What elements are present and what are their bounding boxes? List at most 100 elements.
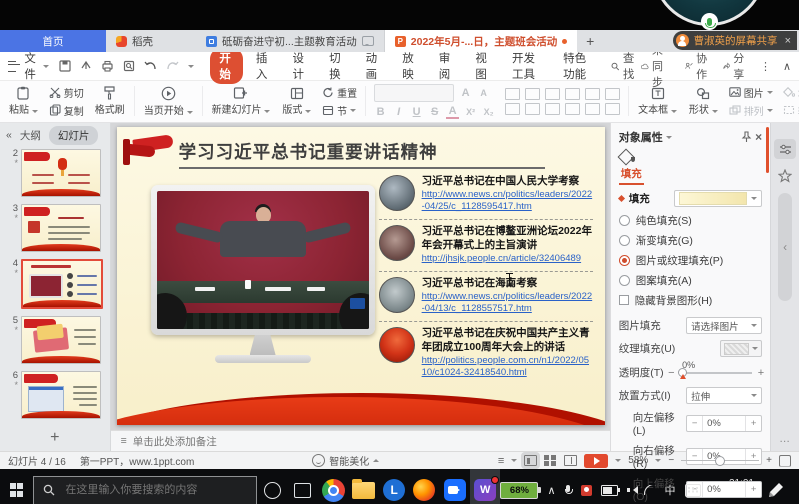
menu-insert[interactable]: 插入 [247,48,280,84]
task-view-button[interactable] [288,469,318,504]
reading-view-button[interactable] [564,455,577,466]
undo-icon[interactable] [144,61,157,72]
cut-button[interactable]: 剪切 [49,85,84,100]
monitor-graphic[interactable] [151,185,375,363]
text-box-button[interactable]: 文本框 [633,87,682,116]
taskbar-search[interactable] [33,476,257,504]
taskbar-firefox[interactable] [409,469,439,504]
hyperlink[interactable]: http://www.news.cn/politics/leaders/2022… [422,189,593,214]
list-item[interactable]: 习近平总书记在海南考察 http://www.news.cn/politics/… [379,273,593,320]
minus-icon[interactable]: − [668,367,674,379]
more-panels-icon[interactable]: … [779,433,791,445]
tab-docer[interactable]: 稻壳 [106,30,196,52]
numbering-icon[interactable] [525,88,540,100]
shrink-font-icon[interactable]: A [477,88,490,98]
zoom-slider-handle[interactable] [715,456,725,466]
microphone-tray-icon[interactable] [565,485,572,496]
list-item[interactable]: 习近平总书记在庆祝中国共产主义青年团成立100周年大会上的讲话 http://p… [379,323,593,384]
collaborate-button[interactable]: 协作 [685,50,711,82]
radio-picture-fill[interactable]: 图片或纹理填充(P) [611,250,770,270]
align-right-icon[interactable] [545,103,560,115]
indent-increase-icon[interactable] [565,88,580,100]
hide-background-checkbox[interactable]: 隐藏背景图形(H) [611,290,770,310]
zoom-slider[interactable] [681,455,759,467]
redo-icon[interactable] [166,61,179,72]
slide-thumb-3[interactable]: 3* [0,204,110,252]
close-panel-icon[interactable]: × [755,130,762,144]
choose-picture-button[interactable]: 请选择图片 [686,317,762,334]
output-icon[interactable] [80,60,92,72]
star-icon[interactable] [778,169,792,183]
menu-home[interactable]: 开始 [210,48,243,84]
properties-strip-button[interactable] [774,139,796,159]
save-icon[interactable] [59,60,71,72]
close-icon[interactable]: × [785,35,791,47]
tab-home[interactable]: 首页 [0,30,106,52]
font-color-icon[interactable]: A [446,105,459,119]
panel-scrollbar[interactable] [766,127,769,173]
slide-thumb-5[interactable]: 5* [0,316,110,364]
bullets-icon[interactable] [505,88,520,100]
radio-solid-fill[interactable]: 纯色填充(S) [611,210,770,230]
slide-canvas[interactable]: 学习习近平总书记重要讲话精神 [111,123,610,430]
plus-icon[interactable]: + [758,367,764,379]
notes-toggle[interactable]: ≡ [498,455,504,467]
align-center-icon[interactable] [525,103,540,115]
layout-button[interactable]: 版式 [277,87,316,116]
italic-icon[interactable]: I [392,106,405,118]
list-item[interactable]: 习近平总书记在中国人民大学考察 http://www.news.cn/polit… [379,171,593,218]
current-slide[interactable]: 学习习近平总书记重要讲话精神 [117,127,605,425]
hyperlink[interactable]: http://jhsjk.people.cn/article/32406489 [422,253,593,265]
new-slide-button[interactable]: 新建幻灯片 [207,86,276,116]
fill-tab[interactable]: 填充 [611,147,770,185]
more-menu-icon[interactable]: ⋮ [760,60,771,73]
battery-icon[interactable] [601,485,618,496]
normal-view-button[interactable] [524,455,537,466]
transparency-slider[interactable]: − 0% + [670,363,762,381]
new-tab-button[interactable]: + [577,30,603,52]
offset-left-stepper[interactable]: −0%+ [686,415,762,432]
align-top-icon[interactable] [605,103,620,115]
section-button[interactable]: 节 [322,103,357,118]
underline-icon[interactable]: U [410,106,423,118]
subscript-icon[interactable]: X₂ [482,107,495,117]
shapes-button[interactable]: 形状 [684,87,723,116]
format-painter-button[interactable]: 格式刷 [90,86,130,116]
arrange-button[interactable]: 排列 [729,103,773,118]
qat-more-icon[interactable] [188,65,194,68]
slide-title[interactable]: 学习习近平总书记重要讲话精神 [179,139,438,164]
play-from-current-button[interactable]: 当页开始 [139,86,198,117]
placement-dropdown[interactable]: 拉伸 [686,387,762,404]
reset-button[interactable]: 重置 [322,85,357,100]
tray-app-icon[interactable] [581,485,592,496]
superscript-icon[interactable]: X² [464,107,477,117]
smart-beautify-button[interactable]: 智能美化 [312,453,379,468]
slide-thumb-4-current[interactable]: 4* [0,259,110,309]
line-spacing-icon[interactable] [585,88,600,100]
align-left-icon[interactable] [505,103,520,115]
touch-keyboard-icon[interactable] [685,484,701,497]
grow-font-icon[interactable]: A [459,87,472,99]
fill-color-dropdown[interactable] [674,190,762,207]
list-item[interactable]: 习近平总书记在博鳌亚洲论坛2022年年会开幕式上的主旨演讲 http://jhs… [379,221,593,270]
text-direction-icon[interactable] [605,88,620,100]
menu-review[interactable]: 审阅 [430,48,463,84]
taskbar-wps[interactable]: W [470,469,500,504]
justify-icon[interactable] [565,103,580,115]
cortana-button[interactable] [257,469,287,504]
file-menu[interactable]: 文件 [8,50,49,82]
find-menu[interactable]: 查找 [611,50,640,82]
picture-button[interactable]: 图片 [729,85,773,100]
taskbar-file-explorer[interactable] [349,469,379,504]
fill-button[interactable]: 填充 [783,85,799,100]
hyperlink[interactable]: http://www.news.cn/politics/leaders/2022… [422,291,593,316]
screen-share-badge[interactable]: 曹淑英的屏幕共享 × [673,31,797,50]
tab-outline[interactable]: 大纲 [20,128,41,143]
slide-thumb-2[interactable]: 2* [0,149,110,197]
copy-button[interactable]: 复制 [49,103,84,118]
collapse-panel-button[interactable]: « [6,129,12,141]
slide-thumb-6[interactable]: 6* [0,371,110,419]
tray-expand-icon[interactable]: ∧ [547,484,555,497]
hyperlink[interactable]: http://politics.people.com.cn/n1/2022/05… [422,355,593,380]
taskbar-app[interactable]: L [379,469,409,504]
